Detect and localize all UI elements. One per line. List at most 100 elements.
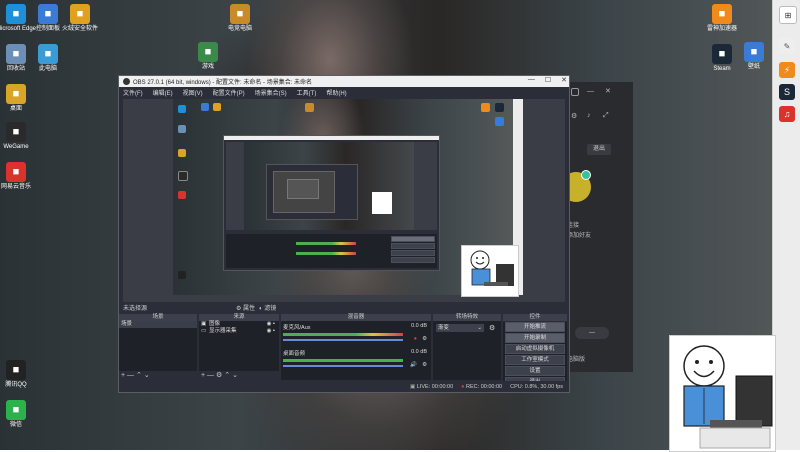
obs-window[interactable]: OBS 27.0.1 (64 bit, windows) - 配置文件: 未命名…	[118, 75, 570, 393]
obs-statusbar: ▣ LIVE: 00:00:00 ● REC: 00:00:00 CPU: 0.…	[119, 381, 569, 392]
control-button[interactable]: 开始录制	[505, 333, 565, 343]
menu-item[interactable]: 帮助(H)	[326, 88, 346, 97]
qq-icon: ■	[6, 360, 26, 380]
pubg-icon: ■	[230, 4, 250, 24]
menu-item[interactable]: 工具(T)	[297, 88, 317, 97]
control-button[interactable]: 工作室模式	[505, 355, 565, 365]
menu-item[interactable]: 场景集合(S)	[255, 88, 287, 97]
source-status-bar: 未选择源 ⚙ 属性 ◐ 滤镜	[121, 302, 567, 312]
window-icon[interactable]	[571, 88, 579, 96]
wallpaper-icon: ■	[744, 42, 764, 62]
panel-button[interactable]: —	[575, 327, 609, 339]
add-icon[interactable]: +	[201, 372, 205, 379]
filters-tab[interactable]: ◐ 滤镜	[259, 303, 276, 312]
maximize-icon[interactable]: ☐	[545, 76, 551, 84]
obs-title: OBS 27.0.1 (64 bit, windows) - 配置文件: 未命名…	[133, 80, 313, 86]
menu-item[interactable]: 文件(F)	[123, 88, 143, 97]
wegame-icon: ■	[6, 122, 26, 142]
monitor-icon: ▭	[201, 328, 207, 334]
sources-dock-title: 来源	[199, 314, 279, 321]
close-icon[interactable]: ✕	[605, 87, 611, 95]
minimize-icon[interactable]: —	[587, 88, 594, 95]
mixer-track: 麦克风/Aux 0.0 dB ● ⚙	[283, 323, 427, 342]
pin-icon[interactable]: ✎	[779, 38, 795, 54]
scene-item[interactable]: 场景	[119, 321, 197, 328]
volume-slider[interactable]	[283, 339, 403, 341]
desktop-icon-label: 微信	[9, 422, 22, 428]
control-button[interactable]: 启动虚拟摄像机	[505, 344, 565, 354]
source-item[interactable]: ▣ 图像 ◉ ▪	[199, 321, 279, 328]
bell-icon[interactable]: ♪	[587, 112, 591, 119]
gear-icon[interactable]: ⚙	[489, 324, 495, 332]
leishen-taskbar-icon[interactable]: ⚡	[779, 62, 795, 78]
source-item[interactable]: ▭ 显示器采集 ◉ ▪	[199, 328, 279, 335]
gear-icon[interactable]: ⚙	[216, 372, 222, 379]
eye-lock-icon[interactable]: ◉ ▪	[267, 328, 275, 335]
desktop-icon[interactable]: ■ 桌面	[0, 84, 44, 113]
rec-indicator: ● REC: 00:00:00	[461, 383, 503, 390]
controls-dock-title: 控件	[503, 314, 567, 321]
desktop-icon[interactable]: ■ 电竞电脑	[212, 4, 268, 33]
steam-taskbar-icon[interactable]: S	[779, 84, 795, 100]
music-taskbar-icon[interactable]: ♫	[779, 106, 795, 122]
menu-item[interactable]: 配置文件(P)	[213, 88, 245, 97]
live-indicator: ▣ LIVE: 00:00:00	[410, 383, 454, 390]
transitions-dock: 转场特效 渐变 ⌄ ⚙	[433, 314, 501, 380]
netease-music-icon: ■	[6, 162, 26, 182]
desktop-icon-label: 电竞电脑	[227, 26, 252, 32]
muted-speaker-icon[interactable]: ●	[414, 336, 417, 342]
down-icon[interactable]: ⌄	[144, 372, 150, 379]
desktop-icon-label: 腾讯QQ	[5, 382, 27, 388]
close-icon[interactable]: ✕	[561, 76, 567, 84]
desktop-icon-label: 雷神加速器	[706, 26, 737, 32]
gear-icon[interactable]: ⚙	[422, 362, 427, 368]
desktop-icon[interactable]: ■ 游戏	[180, 42, 236, 71]
remove-icon[interactable]: —	[207, 372, 214, 379]
control-button[interactable]: 开始推流	[505, 322, 565, 332]
desktop-icon[interactable]: ■ 此电脑	[20, 44, 76, 73]
menu-item[interactable]: 视图(V)	[183, 88, 203, 97]
gear-icon[interactable]: ⚙	[422, 336, 427, 342]
scenes-toolbar: + — ⌃ ⌄	[119, 371, 197, 380]
up-icon[interactable]: ⌃	[224, 372, 230, 379]
mixer-dock-title: 混音器	[281, 314, 431, 321]
windows-icon[interactable]: ⊞	[779, 6, 797, 24]
speaker-icon[interactable]: 🔊	[410, 362, 417, 368]
minimize-icon[interactable]: —	[528, 76, 535, 84]
share-icon[interactable]: ⤢	[603, 112, 609, 120]
add-icon[interactable]: +	[121, 372, 125, 379]
obs-preview[interactable]	[123, 99, 565, 311]
desktop-icon-label: 网易云音乐	[0, 184, 31, 190]
obs-titlebar[interactable]: OBS 27.0.1 (64 bit, windows) - 配置文件: 未命名…	[119, 76, 569, 87]
desktop-icon[interactable]: ■ 雷神加速器	[694, 4, 750, 33]
volume-slider[interactable]	[283, 365, 403, 367]
down-icon[interactable]: ⌄	[232, 372, 238, 379]
obs-logo-icon	[123, 78, 130, 85]
desktop-icon[interactable]: ■ WeGame	[0, 122, 44, 151]
leishen-icon: ■	[712, 4, 732, 24]
desktop-icon-label: 此电脑	[38, 66, 57, 72]
remove-icon[interactable]: —	[127, 372, 134, 379]
nested-obs-1	[223, 135, 440, 271]
no-source-label: 未选择源	[123, 306, 148, 312]
menu-item[interactable]: 编辑(E)	[153, 88, 173, 97]
desktop-icon-label: 游戏	[201, 64, 214, 70]
huorong-icon: ■	[70, 4, 90, 24]
settings-icon[interactable]: ⚙	[571, 112, 577, 120]
desktop-icon[interactable]: ■ 微信	[0, 400, 44, 429]
obs-docks: 场景 场景 + — ⌃ ⌄ 来源 ▣ 图像 ◉ ▪ ▭ 显示器采集 ◉ ▪ + …	[119, 314, 569, 387]
audio-meter	[283, 359, 403, 362]
transition-select[interactable]: 渐变 ⌄	[436, 324, 484, 332]
properties-tab[interactable]: ⚙ 属性	[236, 303, 255, 312]
control-button[interactable]: 设置	[505, 366, 565, 376]
desktop-icon[interactable]: ■ 网易云音乐	[0, 162, 44, 191]
desktop-icon[interactable]: ■ 腾讯QQ	[0, 360, 44, 389]
desktop-icon[interactable]: ■ 火绒安全软件	[52, 4, 108, 33]
up-icon[interactable]: ⌃	[136, 372, 142, 379]
controls-dock: 控件 开始推流开始录制启动虚拟摄像机工作室模式设置退出	[503, 314, 567, 387]
image-icon: ▣	[201, 321, 207, 327]
exit-button[interactable]: 退出	[587, 144, 611, 155]
sources-dock: 来源 ▣ 图像 ◉ ▪ ▭ 显示器采集 ◉ ▪ + — ⚙ ⌃ ⌄	[199, 314, 279, 380]
eye-lock-icon[interactable]: ◉ ▪	[267, 321, 275, 328]
add-icon[interactable]	[581, 170, 591, 180]
